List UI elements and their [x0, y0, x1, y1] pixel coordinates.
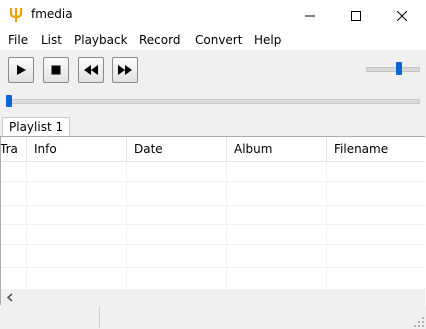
rewind-button[interactable] [78, 57, 104, 83]
stop-button[interactable] [43, 57, 69, 83]
column-gridline [26, 162, 27, 288]
menu-playback[interactable]: Playback [74, 33, 128, 47]
column-gridline [226, 162, 227, 288]
row-gridline [1, 224, 425, 225]
row-gridline [1, 205, 425, 206]
playlist-tabs: Playlist 1 [0, 115, 426, 137]
column-header-album[interactable]: Album [227, 137, 327, 161]
menu-file[interactable]: File [8, 33, 28, 47]
seek-bar-track[interactable] [6, 99, 420, 104]
row-gridline [1, 267, 425, 268]
close-icon [397, 10, 407, 21]
volume-slider-track[interactable] [366, 67, 420, 72]
scroll-left-button[interactable] [4, 291, 16, 304]
menu-record[interactable]: Record [139, 33, 180, 47]
menu-list[interactable]: List [41, 33, 62, 47]
rewind-icon [84, 65, 98, 75]
seek-bar-thumb[interactable] [6, 95, 12, 107]
menu-convert[interactable]: Convert [195, 33, 242, 47]
status-part-1 [0, 307, 100, 327]
status-part-2 [100, 307, 410, 327]
fmedia-logo-icon [8, 7, 24, 23]
column-header-date[interactable]: Date [127, 137, 227, 161]
tab-playlist-1[interactable]: Playlist 1 [2, 117, 71, 137]
close-button[interactable] [379, 0, 425, 31]
row-gridline [1, 181, 425, 182]
fast-forward-icon [118, 65, 132, 75]
maximize-icon [351, 10, 361, 21]
volume-slider-thumb[interactable] [396, 62, 402, 75]
column-gridline [326, 162, 327, 288]
column-header-track[interactable]: Tra [1, 137, 27, 161]
resize-grip-icon[interactable] [413, 316, 425, 328]
status-bar [0, 305, 426, 329]
menu-help[interactable]: Help [254, 33, 281, 47]
fast-forward-button[interactable] [112, 57, 138, 83]
chevron-left-icon [6, 293, 13, 302]
row-gridline [1, 244, 425, 245]
playlist-view[interactable]: Tra Info Date Album Filename [0, 136, 425, 306]
toolbar [0, 50, 426, 115]
play-icon [17, 65, 26, 75]
column-header-filename[interactable]: Filename [327, 137, 425, 161]
column-gridline [126, 162, 127, 288]
menu-bar: File List Playback Record Convert Help [0, 31, 426, 50]
window-title: fmedia [31, 7, 73, 21]
minimize-icon [305, 15, 315, 16]
horizontal-scrollbar[interactable] [1, 289, 425, 305]
column-header-info[interactable]: Info [27, 137, 127, 161]
stop-icon [51, 65, 61, 75]
minimize-button[interactable] [287, 0, 333, 31]
title-bar[interactable]: fmedia [0, 0, 426, 31]
playlist-header: Tra Info Date Album Filename [1, 137, 425, 162]
play-button[interactable] [8, 57, 34, 83]
maximize-button[interactable] [333, 0, 379, 31]
